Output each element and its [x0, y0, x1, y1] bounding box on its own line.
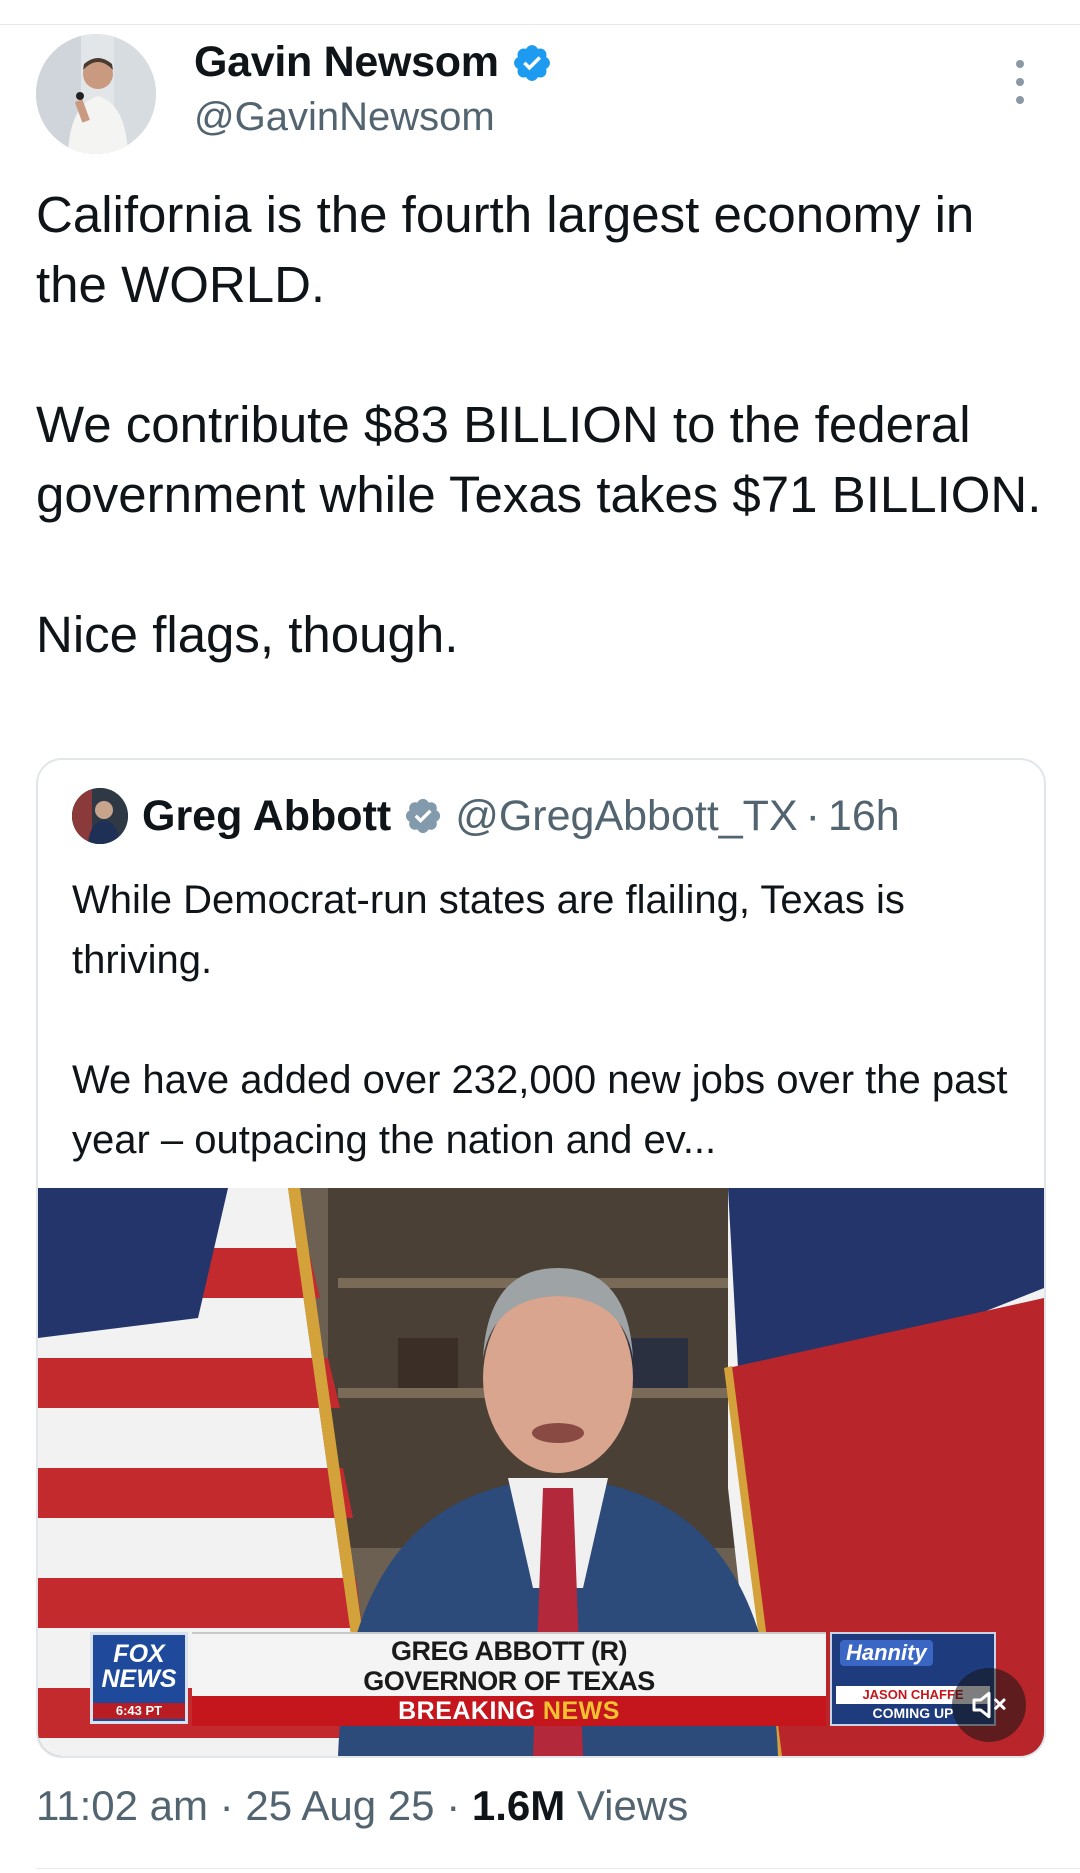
verified-badge-gray-icon — [406, 798, 441, 834]
fox-logo-line1: FOX — [113, 1640, 165, 1668]
views-label: Views — [576, 1782, 689, 1829]
meta-separator: · — [219, 1782, 234, 1829]
fox-news-logo: FOX NEWS 6:43 PT — [90, 1632, 188, 1724]
views-count[interactable]: 1.6M — [472, 1782, 565, 1829]
avatar-photo — [36, 34, 156, 154]
quoted-tweet-header: Greg Abbott @GregAbbott_TX · 16h — [72, 788, 900, 844]
quoted-tweet-text: While Democrat-run states are flailing, … — [72, 878, 1008, 1162]
video-player[interactable]: FOX NEWS 6:43 PT GREG ABBOTT (R) GOVERNO… — [38, 1188, 1044, 1756]
quoted-author-avatar[interactable] — [72, 788, 128, 844]
author-handle[interactable]: @GavinNewsom — [194, 95, 495, 140]
muted-speaker-icon — [972, 1691, 1006, 1719]
more-dot — [1016, 96, 1024, 104]
top-divider — [0, 24, 1080, 25]
bottom-divider — [36, 1868, 1080, 1869]
chyron-title: GOVERNOR OF TEXAS — [363, 1666, 655, 1696]
more-dot — [1016, 60, 1024, 68]
fox-logo-line2: NEWS — [101, 1665, 177, 1693]
tweet-date[interactable]: 25 Aug 25 — [245, 1782, 434, 1829]
mute-button[interactable] — [952, 1668, 1026, 1742]
more-dot — [1016, 78, 1024, 86]
breaking-news-bar: BREAKING NEWS — [192, 1696, 826, 1726]
meta-separator: · — [446, 1782, 461, 1829]
author-name[interactable]: Gavin Newsom — [194, 38, 553, 87]
tweet-time[interactable]: 11:02 am — [36, 1782, 208, 1829]
author-name-text[interactable]: Gavin Newsom — [194, 38, 499, 87]
author-avatar[interactable] — [36, 34, 156, 154]
tweet-meta: 11:02 am · 25 Aug 25 · 1.6M Views — [36, 1782, 688, 1830]
chyron-name: GREG ABBOTT (R) — [391, 1636, 627, 1666]
quoted-author-handle[interactable]: @GregAbbott_TX — [455, 792, 797, 841]
news-lower-third: FOX NEWS 6:43 PT GREG ABBOTT (R) GOVERNO… — [38, 1628, 1044, 1728]
verified-badge-icon — [513, 44, 550, 81]
quoted-time-ago[interactable]: 16h — [828, 792, 900, 841]
breaking-word: BREAKING — [398, 1697, 536, 1725]
quoted-avatar-photo — [72, 788, 128, 844]
chyron-name-panel: GREG ABBOTT (R) GOVERNOR OF TEXAS — [192, 1632, 826, 1698]
broadcast-clock: 6:43 PT — [93, 1703, 185, 1719]
show-logo: Hannity — [840, 1640, 933, 1666]
news-word: NEWS — [542, 1697, 620, 1725]
quoted-tweet-card[interactable]: Greg Abbott @GregAbbott_TX · 16h While D… — [36, 758, 1046, 1758]
more-options-icon[interactable] — [1000, 60, 1040, 104]
quoted-author-name[interactable]: Greg Abbott — [142, 792, 391, 841]
quoted-separator: · — [805, 791, 820, 840]
tweet-text: California is the fourth largest economy… — [36, 186, 1042, 663]
